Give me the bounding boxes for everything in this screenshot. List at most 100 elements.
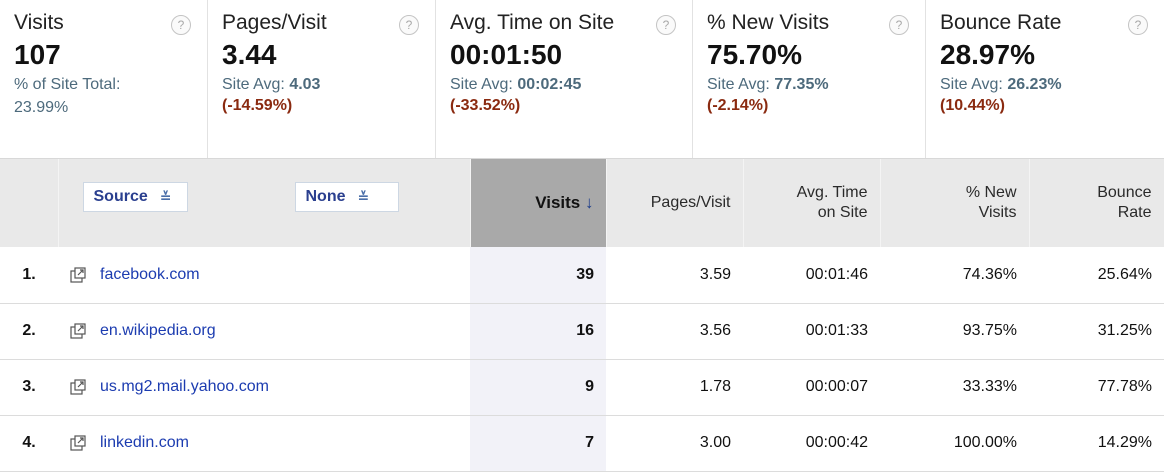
metric-sub-value: 77.35% [774, 76, 829, 93]
row-index: 4. [22, 434, 36, 451]
metrics-summary: Visits 107 % of Site Total: 23.99% ? Pag… [0, 0, 1164, 159]
row-index: 2. [22, 322, 36, 339]
metric-sub-label: Site Avg: [940, 76, 1003, 93]
metric-change: (10.44%) [940, 97, 1005, 114]
visits-column-header[interactable]: Visits ↓ [470, 159, 607, 247]
new-visits-header-line1: % New [965, 184, 1017, 201]
visits-cell: 9 [470, 359, 606, 415]
external-link-icon[interactable] [70, 323, 86, 339]
pages-visit-column-header[interactable]: Pages/Visit [606, 159, 744, 247]
visits-cell: 16 [470, 303, 606, 359]
avg-time-cell: 00:01:33 [805, 322, 868, 339]
source-cell: en.wikipedia.org [58, 303, 470, 359]
new-visits-cell: 93.75% [962, 322, 1017, 339]
metric-value: 00:01:50 [450, 39, 563, 70]
metric-bounce-rate: Bounce Rate 28.97% Site Avg: 26.23% (10.… [926, 0, 1164, 158]
pages-visit-cell: 1.78 [699, 378, 731, 395]
source-link[interactable]: en.wikipedia.org [100, 322, 216, 340]
table-row: 2. en.wikipedia.org 16 3.56 00:01:33 93.… [0, 303, 1164, 359]
help-icon[interactable]: ? [889, 15, 909, 35]
avg-time-column-header[interactable]: Avg. Time on Site [743, 159, 881, 247]
metric-site-avg: Site Avg: 4.03 [222, 74, 429, 95]
metric-visits: Visits 107 % of Site Total: 23.99% ? [0, 0, 208, 158]
primary-dimension-select[interactable]: Source ≚ [82, 182, 188, 212]
chevron-down-icon: ≚ [357, 189, 370, 205]
visits-cell: 39 [470, 247, 606, 303]
secondary-dimension-select[interactable]: None ≚ [294, 182, 399, 212]
metric-change: (-14.59%) [222, 97, 293, 114]
new-visits-column-header[interactable]: % New Visits [880, 159, 1030, 247]
bounce-rate-header-line2: Rate [1117, 204, 1152, 221]
metric-value: 28.97% [940, 39, 1035, 70]
pages-visit-cell: 3.56 [699, 322, 731, 339]
external-link-icon[interactable] [70, 379, 86, 395]
metric-title: Avg. Time on Site [450, 11, 615, 34]
metric-title: Bounce Rate [940, 11, 1062, 34]
index-header [0, 159, 59, 247]
metric-new-visits: % New Visits 75.70% Site Avg: 77.35% (-2… [693, 0, 926, 158]
avg-time-cell: 00:00:07 [805, 378, 868, 395]
table-header-row: Source ≚ None ≚ Visits ↓ Pages/Visit Avg… [0, 159, 1164, 247]
metric-sub-value: 00:02:45 [517, 76, 582, 93]
new-visits-cell: 33.33% [962, 378, 1017, 395]
source-cell: us.mg2.mail.yahoo.com [58, 359, 470, 415]
metric-sub-label: Site Avg: [450, 76, 513, 93]
new-visits-header-line2: Visits [978, 204, 1017, 221]
table-row: 4. linkedin.com 7 3.00 00:00:42 100.00% … [0, 415, 1164, 471]
metric-sub-label: % of Site Total: [14, 76, 121, 93]
pages-visit-cell: 3.00 [699, 434, 731, 451]
visits-cell: 7 [470, 415, 606, 471]
pages-visit-header-label: Pages/Visit [650, 194, 731, 211]
pages-visit-cell: 3.59 [699, 265, 731, 283]
metric-sub-label: Site Avg: [707, 76, 770, 93]
metric-value: 3.44 [222, 39, 277, 70]
source-link[interactable]: linkedin.com [100, 434, 189, 452]
report-table: Source ≚ None ≚ Visits ↓ Pages/Visit Avg… [0, 159, 1164, 472]
secondary-dimension-label: None [305, 188, 346, 205]
help-icon[interactable]: ? [656, 15, 676, 35]
avg-time-header-line2: on Site [817, 204, 868, 221]
metric-value: 107 [14, 39, 61, 70]
sort-descending-icon: ↓ [585, 193, 594, 212]
metric-sub-label: Site Avg: [222, 76, 285, 93]
source-link[interactable]: facebook.com [100, 266, 200, 284]
table-row: 3. us.mg2.mail.yahoo.com 9 1.78 00:00:07… [0, 359, 1164, 415]
row-index: 1. [22, 265, 36, 283]
metric-pages-visit: Pages/Visit 3.44 Site Avg: 4.03 (-14.59%… [208, 0, 436, 158]
new-visits-cell: 74.36% [962, 265, 1017, 283]
dimension-header: Source ≚ None ≚ [58, 159, 471, 247]
metric-title: Pages/Visit [222, 11, 327, 34]
bounce-rate-cell: 25.64% [1097, 265, 1152, 283]
bounce-rate-header-line1: Bounce [1097, 184, 1152, 201]
metric-sub-value: 4.03 [289, 76, 321, 93]
metric-change: (-33.52%) [450, 97, 521, 114]
metric-change: (-2.14%) [707, 97, 769, 114]
metric-site-avg: Site Avg: 77.35% [707, 74, 919, 95]
bounce-rate-column-header[interactable]: Bounce Rate [1029, 159, 1164, 247]
metric-value: 75.70% [707, 39, 802, 70]
external-link-icon[interactable] [70, 267, 86, 283]
metric-site-avg: Site Avg: 00:02:45 [450, 74, 686, 95]
source-cell: facebook.com [58, 247, 470, 303]
bounce-rate-cell: 14.29% [1097, 434, 1152, 451]
avg-time-cell: 00:01:46 [805, 265, 868, 283]
avg-time-header-line1: Avg. Time [796, 184, 868, 201]
avg-time-cell: 00:00:42 [805, 434, 868, 451]
primary-dimension-label: Source [93, 188, 148, 205]
help-icon[interactable]: ? [399, 15, 419, 35]
external-link-icon[interactable] [70, 435, 86, 451]
metric-title: % New Visits [707, 11, 830, 34]
bounce-rate-cell: 77.78% [1097, 378, 1152, 395]
source-link[interactable]: us.mg2.mail.yahoo.com [100, 378, 269, 396]
new-visits-cell: 100.00% [953, 434, 1017, 451]
metric-site-avg: Site Avg: 26.23% [940, 74, 1158, 95]
help-icon[interactable]: ? [1128, 15, 1148, 35]
bounce-rate-cell: 31.25% [1097, 322, 1152, 339]
help-icon[interactable]: ? [171, 15, 191, 35]
chevron-down-icon: ≚ [159, 189, 172, 205]
metric-sub-value: 23.99% [14, 99, 69, 116]
source-cell: linkedin.com [58, 415, 470, 471]
row-index: 3. [22, 378, 36, 395]
metric-avg-time: Avg. Time on Site 00:01:50 Site Avg: 00:… [436, 0, 693, 158]
table-row: 1. facebook.com 39 3.59 00:01:46 74.36% … [0, 247, 1164, 303]
